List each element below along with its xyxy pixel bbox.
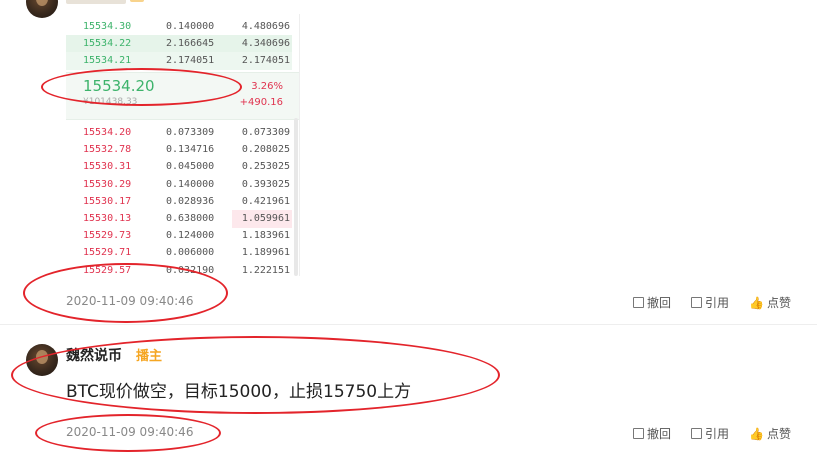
withdraw-icon xyxy=(633,297,644,308)
like-label: 点赞 xyxy=(766,427,791,441)
scrollbar[interactable] xyxy=(294,118,298,276)
username[interactable]: 魏然说币 xyxy=(66,345,122,365)
bid-row: 15530.17 0.028936 0.421961 xyxy=(66,193,292,211)
ask-row: 15534.21 2.174051 2.174051 xyxy=(66,52,292,70)
last-price: 15534.20 xyxy=(83,77,155,95)
thumbs-up-icon: 👍 xyxy=(749,426,764,441)
bid-total: 1.222151 xyxy=(241,264,290,276)
bid-row: 15529.57 0.032190 1.222151 xyxy=(66,262,292,276)
role-badge-cutoff xyxy=(130,0,144,2)
bid-price: 15530.31 xyxy=(83,161,132,173)
username-cutoff xyxy=(66,0,126,4)
quote-label: 引用 xyxy=(705,296,730,310)
withdraw-label: 撤回 xyxy=(647,296,672,310)
orderbook-image[interactable]: 15534.30 0.140000 4.480696 15534.22 2.16… xyxy=(66,14,300,276)
bid-total: 0.208025 xyxy=(241,144,290,156)
post-timestamp: 2020-11-09 09:40:46 xyxy=(66,294,194,308)
quote-icon xyxy=(691,297,702,308)
quote-icon xyxy=(691,428,702,439)
bid-price: 15530.17 xyxy=(83,195,132,207)
bid-total: 0.393025 xyxy=(241,178,290,190)
ask-total: 2.174051 xyxy=(241,55,290,66)
quote-label: 引用 xyxy=(705,427,730,441)
bid-amount: 0.028936 xyxy=(166,195,215,207)
thumbs-up-icon: 👍 xyxy=(749,295,764,310)
avatar[interactable] xyxy=(26,344,58,376)
quote-button[interactable]: 引用 xyxy=(691,294,729,311)
bid-row: 15532.78 0.134716 0.208025 xyxy=(66,141,292,159)
avatar[interactable] xyxy=(26,0,58,18)
ask-row: 15534.22 2.166645 4.340696 xyxy=(66,35,292,53)
ask-price: 15534.22 xyxy=(83,38,132,49)
bid-total: 0.073309 xyxy=(241,127,290,138)
price-change-percent: 3.26% xyxy=(251,81,283,92)
bid-amount: 0.134716 xyxy=(166,144,215,156)
ask-amount: 2.166645 xyxy=(166,38,215,49)
bid-total: 1.059961 xyxy=(241,213,290,224)
bid-amount: 0.045000 xyxy=(166,161,215,173)
bid-amount: 0.032190 xyxy=(166,264,215,276)
post-divider xyxy=(0,324,817,325)
bid-row: 15530.29 0.140000 0.393025 xyxy=(66,176,292,194)
withdraw-label: 撤回 xyxy=(647,427,672,441)
post-timestamp: 2020-11-09 09:40:46 xyxy=(66,425,194,439)
bid-amount: 0.124000 xyxy=(166,230,215,242)
bid-total: 1.189961 xyxy=(241,247,290,259)
bid-total: 1.183961 xyxy=(241,230,290,242)
bid-amount: 0.073309 xyxy=(166,127,215,138)
bid-amount: 0.140000 xyxy=(166,178,215,190)
bid-row: 15534.20 0.073309 0.073309 xyxy=(66,124,292,142)
bid-amount: 0.006000 xyxy=(166,247,215,259)
like-button[interactable]: 👍 点赞 xyxy=(749,294,791,311)
like-button[interactable]: 👍 点赞 xyxy=(749,425,791,442)
ask-row: 15534.30 0.140000 4.480696 xyxy=(66,18,292,36)
withdraw-button[interactable]: 撤回 xyxy=(633,425,671,442)
bid-price: 15529.57 xyxy=(83,264,132,276)
bid-price: 15529.73 xyxy=(83,230,132,242)
bid-total: 0.253025 xyxy=(241,161,290,173)
ask-amount: 2.174051 xyxy=(166,55,215,66)
bid-row: 15530.31 0.045000 0.253025 xyxy=(66,158,292,176)
ask-amount: 0.140000 xyxy=(166,21,215,32)
last-price-cny: ¥101438.33 xyxy=(83,97,138,107)
bid-total: 0.421961 xyxy=(241,195,290,207)
bid-price: 15530.29 xyxy=(83,178,132,190)
like-label: 点赞 xyxy=(766,296,791,310)
bid-row: 15529.73 0.124000 1.183961 xyxy=(66,227,292,245)
ask-total: 4.340696 xyxy=(241,38,290,49)
bid-price: 15532.78 xyxy=(83,144,132,156)
bid-price: 15534.20 xyxy=(83,127,132,138)
quote-button[interactable]: 引用 xyxy=(691,425,729,442)
bid-amount: 0.638000 xyxy=(166,213,215,224)
withdraw-button[interactable]: 撤回 xyxy=(633,294,671,311)
ask-price: 15534.30 xyxy=(83,21,132,32)
bid-row: 15530.13 0.638000 1.059961 xyxy=(66,210,292,228)
message-text: BTC现价做空，目标15000，止损15750上方 xyxy=(66,382,412,402)
role-badge: 播主 xyxy=(136,349,163,364)
withdraw-icon xyxy=(633,428,644,439)
bid-price: 15529.71 xyxy=(83,247,132,259)
bid-price: 15530.13 xyxy=(83,213,132,224)
ask-total: 4.480696 xyxy=(241,21,290,32)
ask-price: 15534.21 xyxy=(83,55,132,66)
bid-row: 15529.71 0.006000 1.189961 xyxy=(66,244,292,262)
price-change-amount: +490.16 xyxy=(239,97,283,108)
mid-price-panel: 15534.20 ¥101438.33 3.26% +490.16 xyxy=(66,72,299,120)
